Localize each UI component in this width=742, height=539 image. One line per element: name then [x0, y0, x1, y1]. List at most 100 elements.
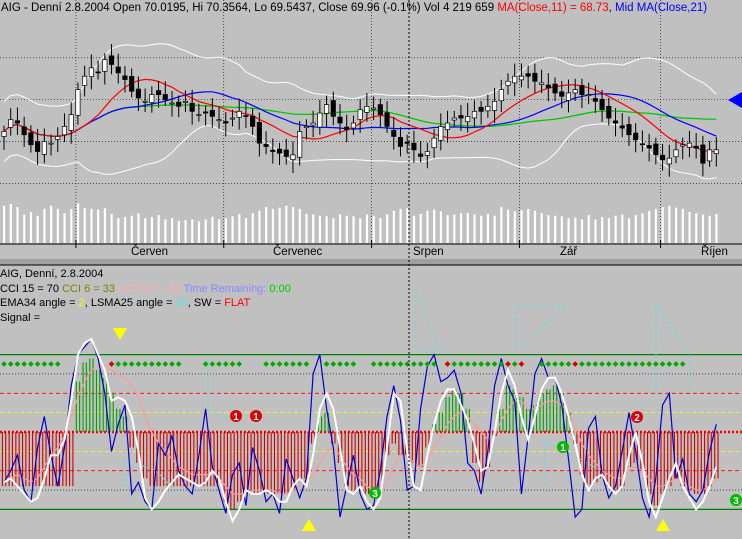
cci-legend: CCI 15 = 70 CCI 6 = 33 CCI 50 = -33 Time…	[0, 283, 291, 295]
volume-bar	[29, 212, 33, 243]
candle-body	[619, 125, 625, 129]
volume-bar	[668, 205, 671, 243]
candle-body	[290, 154, 296, 160]
price-header: AIG - Denní 2.8.2004 Open 70.0195, Hi 70…	[1, 2, 708, 14]
candle-body	[693, 145, 699, 149]
price-date: 2.8.2004	[64, 2, 110, 14]
lo-label: Lo	[254, 2, 268, 14]
candle-body	[713, 149, 719, 154]
volume-bar	[480, 215, 483, 243]
volume-bar	[110, 213, 113, 243]
candle-body	[404, 141, 410, 144]
signal-circle-label-3: 1	[560, 443, 566, 454]
candle-body	[1, 131, 7, 137]
candle-body	[485, 105, 491, 112]
candle-body	[61, 126, 68, 136]
candle-body	[525, 73, 531, 77]
volume-bar	[278, 207, 281, 243]
volume-bar	[560, 216, 563, 243]
volume-bar	[224, 218, 227, 243]
candle-body	[552, 83, 558, 94]
candle-body	[142, 100, 148, 103]
volume-bar	[171, 218, 174, 243]
volume-bar	[520, 210, 523, 243]
sw-label: SW =	[193, 297, 222, 309]
volume-bar	[63, 213, 66, 243]
candle-body	[216, 119, 222, 122]
volume-bar	[43, 208, 46, 243]
candle-body	[599, 98, 605, 111]
volume-bar	[305, 213, 308, 243]
candle-body	[700, 144, 706, 164]
volume-bar	[298, 208, 301, 243]
symbol: AIG	[1, 2, 21, 14]
volume-bar	[641, 213, 644, 243]
angle-legend: EMA34 angle = 2, LSMA25 angle = 30, SW =…	[0, 297, 251, 309]
signal-circle-label-5: 3	[733, 496, 739, 507]
volume-bar	[191, 219, 194, 243]
volume-bar	[567, 218, 570, 243]
volume-bar	[177, 220, 180, 243]
candle-body	[95, 71, 101, 74]
indicator-title: AIG, Denní, 2.8.2004	[0, 268, 104, 280]
close-label: Close	[318, 2, 348, 14]
candle-body	[229, 117, 236, 120]
candle-body	[55, 136, 61, 140]
candle-body	[350, 122, 356, 129]
candle-body	[270, 149, 276, 152]
candle-body	[465, 116, 471, 123]
candle-body	[82, 75, 88, 86]
candle-body	[364, 105, 370, 113]
panel-divider	[0, 259, 742, 266]
candle-body	[102, 59, 108, 72]
candle-body	[458, 115, 464, 119]
volume-bar	[580, 219, 584, 243]
volume-bar	[399, 208, 402, 243]
volume-bar	[412, 215, 416, 243]
volume-bar	[601, 216, 604, 243]
candle-body	[572, 89, 578, 94]
volume-bar	[654, 208, 658, 243]
candle-body	[673, 149, 679, 158]
volume-bar	[97, 209, 100, 243]
candle-body	[686, 142, 692, 148]
volume-bar	[184, 220, 187, 243]
volume-bar	[352, 216, 355, 243]
volume-bar	[439, 211, 442, 243]
candle-body	[344, 126, 350, 131]
candle-body	[35, 141, 41, 152]
volume-bar	[507, 209, 510, 243]
volume-bar	[318, 215, 322, 243]
candle-body	[565, 92, 572, 101]
volume-bar	[291, 207, 295, 243]
volume-bar	[379, 218, 382, 243]
candle-body	[518, 75, 524, 81]
cci15-value: 70	[46, 283, 60, 295]
volume-bar	[715, 213, 718, 243]
candle-body	[707, 149, 713, 162]
volume-bar	[681, 208, 684, 243]
signal-circle-label-1: 1	[253, 412, 259, 423]
candle-body	[236, 110, 242, 118]
candle-body	[545, 84, 551, 89]
candle-body	[646, 145, 652, 149]
candle-body	[411, 142, 417, 151]
volume-bar	[433, 209, 436, 243]
volume-bar	[339, 214, 342, 243]
volume-bar	[459, 213, 463, 243]
candle-body	[431, 137, 437, 149]
volume-bar	[90, 208, 93, 243]
ma-value: 68.73	[579, 2, 609, 14]
candle-body	[633, 132, 639, 141]
volume-bar	[50, 205, 53, 243]
volume-bar	[83, 208, 86, 243]
candle-body	[317, 112, 323, 128]
ma-label: MA(Close,11)	[497, 2, 567, 14]
candle-body	[14, 120, 20, 124]
volume-bar	[265, 207, 268, 243]
candle-body	[324, 104, 330, 114]
volume-bar	[587, 215, 590, 243]
candle-body	[512, 75, 518, 84]
panel-separator	[0, 259, 742, 265]
open-label: Open	[112, 2, 142, 14]
